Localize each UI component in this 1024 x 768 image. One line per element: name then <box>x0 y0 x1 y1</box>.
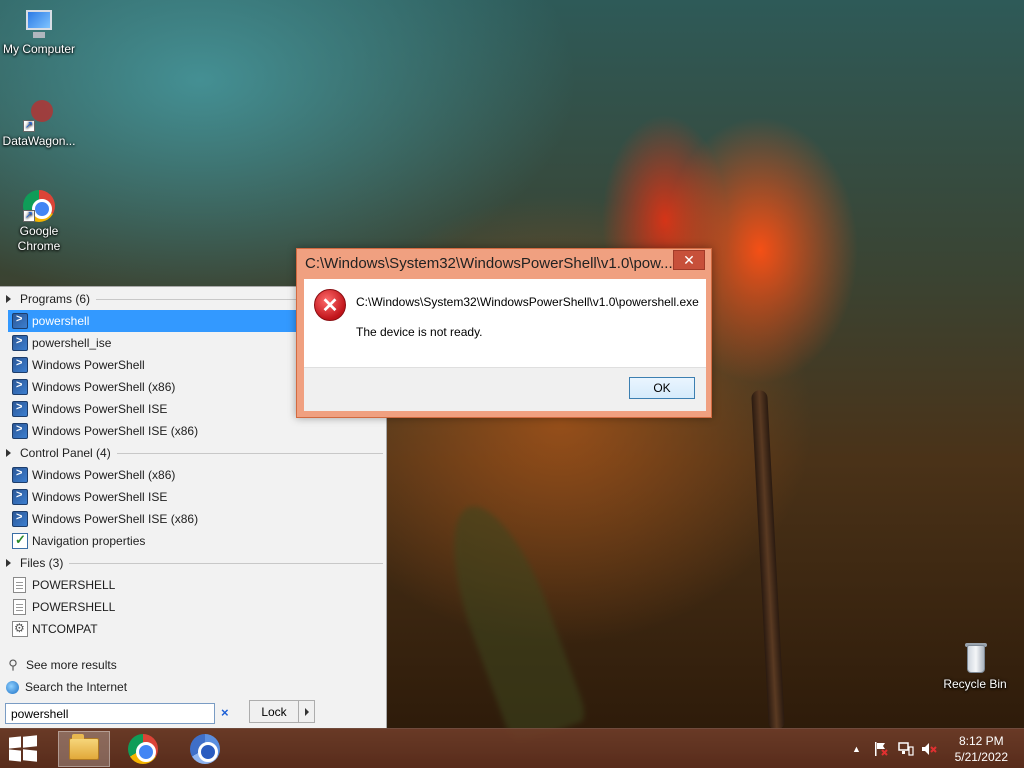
see-more-results-link[interactable]: ⚲ See more results <box>6 655 117 675</box>
powershell-icon <box>12 313 28 329</box>
expand-triangle-icon <box>6 559 11 567</box>
result-label: Windows PowerShell <box>32 358 145 372</box>
file-icon <box>13 577 26 593</box>
computer-icon <box>23 8 55 40</box>
power-options-arrow-button[interactable] <box>298 700 315 723</box>
chromium-icon <box>190 734 220 764</box>
result-label: Navigation properties <box>32 534 146 548</box>
result-item-file-powershell-2[interactable]: POWERSHELL <box>8 596 298 618</box>
group-header-control-panel[interactable]: Control Panel (4) <box>0 442 387 464</box>
result-label: Windows PowerShell ISE <box>32 402 168 416</box>
group-header-label: Control Panel (4) <box>20 446 111 460</box>
taskbar: ▲ 8:12 PM 5/21/2022 <box>0 728 1024 768</box>
error-icon: ✕ <box>314 289 346 321</box>
result-label: Windows PowerShell ISE (x86) <box>32 424 199 438</box>
result-item-windows-powershell[interactable]: Windows PowerShell <box>8 354 298 376</box>
start-search-input[interactable] <box>5 703 215 724</box>
result-item-navigation-properties[interactable]: Navigation properties <box>8 530 298 552</box>
powershell-icon <box>12 401 28 417</box>
desktop-icon-label-line1: Google <box>19 224 59 238</box>
result-label: powershell_ise <box>32 336 112 350</box>
shortcut-arrow-icon: ↗ <box>23 210 35 222</box>
folder-icon <box>69 734 99 760</box>
dialog-path-text: C:\Windows\System32\WindowsPowerShell\v1… <box>356 295 699 309</box>
desktop-icon-google-chrome[interactable]: ↗ Google Chrome <box>0 190 79 254</box>
see-more-label: See more results <box>26 658 117 672</box>
search-internet-label: Search the Internet <box>25 680 128 694</box>
desktop-icon-datawagon[interactable]: ↗ DataWagon... <box>0 100 79 149</box>
powershell-icon <box>12 489 28 505</box>
desktop-icon-label: DataWagon... <box>2 134 76 148</box>
taskbar-clock[interactable]: 8:12 PM 5/21/2022 <box>955 733 1008 765</box>
result-item-windows-powershell-ise[interactable]: Windows PowerShell ISE <box>8 398 298 420</box>
result-item-cp-powershell-ise-x86[interactable]: Windows PowerShell ISE (x86) <box>8 508 298 530</box>
result-label: NTCOMPAT <box>32 622 98 636</box>
clear-search-icon[interactable]: × <box>221 705 229 720</box>
file-icon <box>13 599 26 615</box>
result-item-file-ntcompat[interactable]: NTCOMPAT <box>8 618 298 640</box>
wallpaper-leaf <box>431 493 589 747</box>
desktop-icon-label: Recycle Bin <box>943 677 1007 691</box>
result-item-cp-powershell-ise[interactable]: Windows PowerShell ISE <box>8 486 298 508</box>
lock-button[interactable]: Lock <box>249 700 299 723</box>
result-item-powershell-ise[interactable]: powershell_ise <box>8 332 298 354</box>
internet-globe-icon <box>6 680 19 694</box>
wallpaper-tulip-stem <box>751 389 785 731</box>
start-button[interactable] <box>9 735 37 762</box>
dialog-message: The device is not ready. <box>356 325 483 339</box>
result-label: Windows PowerShell (x86) <box>32 380 176 394</box>
dialog-body: ✕ C:\Windows\System32\WindowsPowerShell\… <box>304 279 706 411</box>
dialog-footer: OK <box>304 367 706 411</box>
result-label: Windows PowerShell ISE (x86) <box>32 512 199 526</box>
powershell-icon <box>12 511 28 527</box>
powershell-icon <box>12 467 28 483</box>
group-header-label: Programs (6) <box>20 292 91 306</box>
error-dialog: C:\Windows\System32\WindowsPowerShell\v1… <box>296 248 712 418</box>
result-item-cp-powershell-x86[interactable]: Windows PowerShell (x86) <box>8 464 298 486</box>
result-item-windows-powershell-x86[interactable]: Windows PowerShell (x86) <box>8 376 298 398</box>
desktop-icon-recycle-bin[interactable]: Recycle Bin <box>935 643 1015 692</box>
powershell-icon <box>12 357 28 373</box>
shortcut-arrow-icon: ↗ <box>23 120 35 132</box>
desktop-icon-label-line2: Chrome <box>17 239 61 253</box>
result-item-powershell[interactable]: powershell <box>8 310 298 332</box>
powershell-icon <box>12 379 28 395</box>
result-label: Windows PowerShell (x86) <box>32 468 176 482</box>
clock-time: 8:12 PM <box>958 734 1004 748</box>
ok-button[interactable]: OK <box>629 377 695 399</box>
chrome-icon <box>128 734 158 764</box>
network-icon[interactable] <box>898 741 914 760</box>
action-center-flag-icon[interactable] <box>873 741 889 760</box>
powershell-icon <box>12 335 28 351</box>
group-header-files[interactable]: Files (3) <box>0 552 387 574</box>
taskbar-google-chrome[interactable] <box>119 731 167 767</box>
chrome-icon: ↗ <box>23 190 55 222</box>
result-label: POWERSHELL <box>32 578 116 592</box>
result-item-windows-powershell-ise-x86[interactable]: Windows PowerShell ISE (x86) <box>8 420 298 442</box>
show-hidden-icons-arrow[interactable]: ▲ <box>852 744 861 754</box>
taskbar-file-explorer[interactable] <box>58 731 110 767</box>
search-internet-link[interactable]: Search the Internet <box>6 677 127 697</box>
volume-muted-icon[interactable] <box>921 741 937 760</box>
recycle-bin-icon <box>959 643 991 675</box>
result-label: powershell <box>32 314 90 328</box>
system-file-icon <box>12 621 28 637</box>
group-header-label: Files (3) <box>20 556 64 570</box>
desktop-icon-label: My Computer <box>2 42 76 56</box>
dialog-title: C:\Windows\System32\WindowsPowerShell\v1… <box>305 255 673 272</box>
checkbox-settings-icon <box>12 532 28 549</box>
result-label: POWERSHELL <box>32 600 116 614</box>
desktop-icon-my-computer[interactable]: My Computer <box>0 8 79 57</box>
taskbar-chromium[interactable] <box>181 731 229 767</box>
result-item-file-powershell-1[interactable]: POWERSHELL <box>8 574 298 596</box>
result-label: Windows PowerShell ISE <box>32 490 168 504</box>
clock-date: 5/21/2022 <box>954 750 1008 764</box>
expand-triangle-icon <box>6 295 11 303</box>
expand-triangle-icon <box>6 449 11 457</box>
datawagon-icon: ↗ <box>23 100 55 132</box>
search-icon: ⚲ <box>8 657 18 672</box>
powershell-icon <box>12 423 28 439</box>
dialog-close-button[interactable]: ✕ <box>673 250 705 270</box>
